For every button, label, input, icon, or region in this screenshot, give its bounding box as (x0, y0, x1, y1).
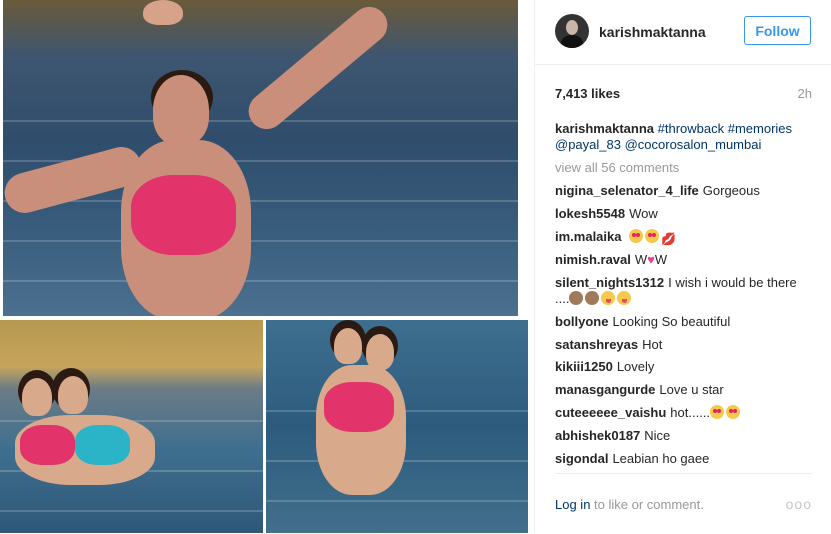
comment-text-line2: .... (555, 291, 570, 306)
comment-item: manasgangurde Love u star (555, 382, 815, 398)
comment-username[interactable]: bollyone (555, 314, 608, 329)
heart-eyes-emoji-icon (726, 405, 741, 419)
comment-item: lokesh5548 Wow (555, 206, 815, 222)
post-time: 2h (797, 86, 812, 101)
heart-eyes-emoji-icon (710, 405, 725, 419)
comment-text: Nice (644, 428, 671, 443)
photo-bottom-right (266, 320, 528, 533)
hashtag-memories[interactable]: #memories (728, 121, 792, 136)
likes-count[interactable]: 7,413 likes (555, 86, 620, 101)
comment-username[interactable]: cuteeeeee_vaishu (555, 405, 666, 420)
comment-text: Wow (629, 206, 658, 221)
comment-username[interactable]: im.malaika (555, 229, 622, 244)
post-caption: karishmaktanna #throwback #memories @pay… (555, 121, 815, 153)
heart-eyes-emoji-icon (645, 229, 660, 243)
view-all-comments-link[interactable]: view all 56 comments (555, 160, 679, 175)
comment-item: nigina_selenator_4_life Gorgeous (555, 183, 815, 199)
comment-item: bollyone Looking So beautiful (555, 314, 815, 330)
comment-text-before: W (634, 252, 648, 267)
comment-username[interactable]: kikiii1250 (555, 359, 613, 374)
comment-text: Looking So beautiful (612, 314, 731, 329)
kiss-emoji-icon: 💋 (661, 232, 677, 246)
comment-username[interactable]: abhishek0187 (555, 428, 640, 443)
comment-text: Love u star (659, 382, 724, 397)
see-no-evil-monkey-emoji-icon (569, 291, 584, 305)
tongue-emoji-icon (617, 291, 632, 305)
heart-eyes-emoji-icon (629, 229, 644, 243)
comment-item: abhishek0187 Nice (555, 428, 815, 444)
mention-payal[interactable]: @payal_83 (555, 137, 621, 152)
post-photo-collage[interactable] (0, 0, 534, 533)
comment-username[interactable]: silent_nights1312 (555, 275, 664, 290)
post-sidebar: karishmaktanna Follow 7,413 likes 2h kar… (534, 0, 831, 533)
comment-item: nimish.raval W♥W (555, 252, 815, 268)
more-options-icon[interactable]: ooo (786, 496, 812, 512)
comment-text: Gorgeous (702, 183, 760, 198)
see-no-evil-monkey-emoji-icon (585, 291, 600, 305)
comment-item: satanshreyas Hot (555, 337, 815, 353)
comment-text: Leabian ho gaee (612, 451, 710, 466)
photo-main-splash (3, 0, 518, 316)
comment-item: cuteeeeee_vaishu hot...... (555, 405, 815, 421)
comment-item: kikiii1250 Lovely (555, 359, 815, 375)
login-link[interactable]: Log in (555, 497, 590, 512)
follow-button[interactable]: Follow (744, 16, 811, 45)
comment-text: Lovely (616, 359, 655, 374)
comment-item: im.malaika 💋 (555, 229, 815, 247)
mention-cocorosalon[interactable]: @cocorosalon_mumbai (625, 137, 762, 152)
comment-username[interactable]: manasgangurde (555, 382, 655, 397)
comment-item: sigondal Leabian ho gaee (555, 451, 815, 467)
login-prompt: Log in to like or comment. (555, 497, 704, 512)
comment-text: hot...... (670, 405, 711, 420)
comment-text: I wish i would be there (668, 275, 797, 290)
comment-text: Hot (642, 337, 663, 352)
comment-username[interactable]: nigina_selenator_4_life (555, 183, 699, 198)
header-username[interactable]: karishmaktanna (599, 24, 706, 40)
heart-emoji-icon: ♥ (647, 252, 655, 267)
comment-username[interactable]: sigondal (555, 451, 608, 466)
post-header: karishmaktanna Follow (535, 0, 831, 65)
photo-bottom-left (0, 320, 263, 533)
avatar[interactable] (555, 14, 589, 48)
caption-username[interactable]: karishmaktanna (555, 121, 654, 136)
login-prompt-text: to like or comment. (594, 497, 704, 512)
post-footer: Log in to like or comment. ooo (555, 473, 812, 534)
tongue-emoji-icon (601, 291, 616, 305)
comment-username[interactable]: nimish.raval (555, 252, 631, 267)
comment-item: silent_nights1312 I wish i would be there… (555, 275, 815, 307)
comment-text-after: W (654, 252, 668, 267)
comment-username[interactable]: lokesh5548 (555, 206, 625, 221)
comment-username[interactable]: satanshreyas (555, 337, 638, 352)
hashtag-throwback[interactable]: #throwback (658, 121, 724, 136)
